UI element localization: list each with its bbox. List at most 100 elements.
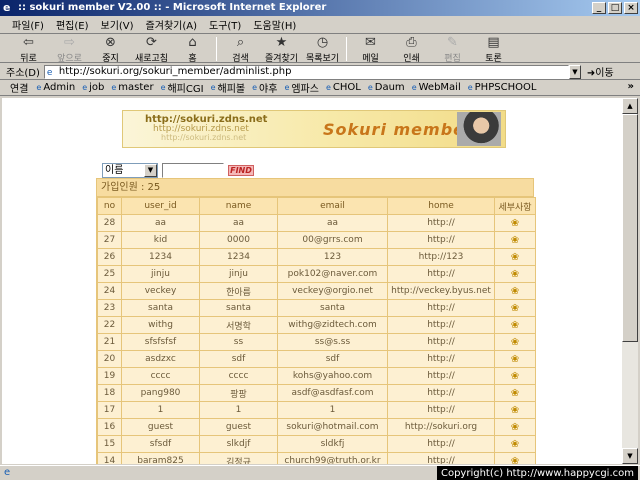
menu-help[interactable]: 도움말(H) (253, 17, 296, 32)
cell-home: http:// (387, 231, 495, 249)
cell-detail: ❀ (494, 435, 536, 453)
cell-name: 0000 (199, 231, 278, 249)
detail-icon[interactable]: ❀ (511, 456, 519, 465)
link-happycgi[interactable]: e 해피CGI (161, 80, 204, 95)
detail-icon[interactable]: ❀ (511, 405, 519, 416)
close-button[interactable]: × (624, 2, 638, 14)
link-page-icon: e (367, 83, 373, 92)
back-button[interactable]: ⇦ 뒤로 (8, 35, 49, 64)
cell-detail: ❀ (494, 248, 536, 266)
cell-name: sdf (199, 350, 278, 368)
cell-name: aa (199, 214, 278, 232)
link-chol[interactable]: e CHOL (326, 82, 361, 93)
table-header-row: no user_id name email home 세부사항 (97, 197, 536, 215)
cell-email: sokuri@hotmail.com (277, 418, 388, 436)
cell-home: http://veckey.byus.net (387, 282, 495, 300)
detail-icon[interactable]: ❀ (511, 235, 519, 246)
site-banner: http://sokuri.zdns.net http://sokuri.zdn… (122, 110, 506, 148)
go-button[interactable]: ➜이동 (587, 64, 614, 79)
detail-icon[interactable]: ❀ (511, 218, 519, 229)
link-empas[interactable]: e 엠파스 (284, 80, 319, 95)
minimize-button[interactable]: _ (592, 2, 606, 14)
search-button[interactable]: ⌕ 검색 (220, 35, 261, 64)
cell-name: slkdjf (199, 435, 278, 453)
print-button[interactable]: ⎙ 인쇄 (391, 35, 432, 64)
table-row: 27 kid 0000 00@grrs.com http:// ❀ (97, 231, 536, 249)
detail-icon[interactable]: ❀ (511, 388, 519, 399)
cell-detail: ❀ (494, 231, 536, 249)
header-no: no (97, 197, 122, 215)
table-row: 20 asdzxc sdf sdf http://❀ (97, 350, 536, 368)
link-daum[interactable]: e Daum (368, 82, 405, 93)
link-happyball[interactable]: e 해피볼 (211, 80, 246, 95)
header-name: name (199, 197, 278, 215)
link-webmail[interactable]: e WebMail (412, 82, 461, 93)
menu-edit[interactable]: 편집(E) (56, 17, 89, 32)
detail-icon[interactable]: ❀ (511, 354, 519, 365)
link-yahoo[interactable]: e 야후 (252, 80, 277, 95)
search-field-select[interactable]: 이름 ▼ (102, 162, 158, 178)
menu-favorites[interactable]: 즐겨찾기(A) (146, 17, 197, 32)
cell-no: 26 (97, 248, 122, 266)
cell-name: guest (199, 418, 278, 436)
chevron-down-icon[interactable]: ▼ (144, 163, 157, 177)
favorites-button[interactable]: ★ 즐겨찾기 (261, 35, 302, 64)
detail-icon[interactable]: ❀ (511, 303, 519, 314)
menu-file[interactable]: 파일(F) (12, 17, 44, 32)
cell-user-id: pang980 (121, 384, 200, 402)
detail-icon[interactable]: ❀ (511, 252, 519, 263)
cell-home: http:// (387, 367, 495, 385)
find-button[interactable]: FIND (228, 164, 254, 176)
link-admin[interactable]: e Admin (36, 82, 75, 93)
menu-tools[interactable]: 도구(T) (209, 17, 241, 32)
detail-icon[interactable]: ❀ (511, 286, 519, 297)
cell-no: 28 (97, 214, 122, 232)
menu-bar: 파일(F) 편집(E) 보기(V) 즐겨찾기(A) 도구(T) 도움말(H) (0, 16, 640, 34)
table-row: 16 guest guest sokuri@hotmail.com http://sok… (97, 418, 536, 436)
detail-icon[interactable]: ❀ (511, 269, 519, 280)
cell-name: 한아름 (199, 282, 278, 300)
vertical-scrollbar[interactable]: ▲ ▼ (622, 98, 638, 464)
detail-icon[interactable]: ❀ (511, 422, 519, 433)
banner-url-echo: http://sokuri.zdns.net (161, 133, 247, 142)
forward-button[interactable]: ⇨ 앞으로 (49, 35, 90, 64)
table-row: 24 veckey 한아름 veckey@orgio.net http://veckey… (97, 282, 536, 300)
detail-icon[interactable]: ❀ (511, 320, 519, 331)
links-overflow-chevron-icon[interactable]: » (628, 81, 634, 92)
cell-no: 15 (97, 435, 122, 453)
maximize-button[interactable]: □ (608, 2, 622, 14)
window-controls: _ □ × (592, 2, 638, 14)
detail-icon[interactable]: ❀ (511, 337, 519, 348)
cell-home: http:// (387, 299, 495, 317)
edit-button[interactable]: ✎ 편집 (432, 35, 473, 64)
discuss-icon: ▤ (487, 35, 500, 50)
search-input[interactable] (162, 162, 224, 178)
home-button[interactable]: ⌂ 홈 (172, 35, 213, 64)
table-row: 14 baram825 김정규 church99@truth.or.kr http://… (97, 452, 536, 465)
menu-view[interactable]: 보기(V) (101, 17, 134, 32)
link-phpschool[interactable]: e PHPSCHOOL (468, 82, 537, 93)
link-job[interactable]: e job (82, 82, 104, 93)
link-master[interactable]: e master (111, 82, 153, 93)
scroll-down-button[interactable]: ▼ (622, 448, 638, 464)
cell-detail: ❀ (494, 452, 536, 465)
back-arrow-icon: ⇦ (23, 35, 34, 50)
cell-user-id: sfsfsfsf (121, 333, 200, 351)
cell-user-id: aa (121, 214, 200, 232)
cell-user-id: 1 (121, 401, 200, 419)
refresh-button[interactable]: ⟳ 새로고침 (131, 35, 172, 64)
member-list: 가입인원 : 25 no user_id name email home 세부사… (96, 178, 536, 465)
stop-button[interactable]: ⊗ 중지 (90, 35, 131, 64)
discuss-button[interactable]: ▤ 토론 (473, 35, 514, 64)
table-row: 15 sfsdf slkdjf sldkfj http:// ❀ (97, 435, 536, 453)
detail-icon[interactable]: ❀ (511, 371, 519, 382)
scroll-thumb[interactable] (622, 114, 638, 342)
table-row: 25 jinju jinju pok102@naver.com http://❀ (97, 265, 536, 283)
history-button[interactable]: ◷ 목록보기 (302, 35, 343, 64)
mail-button[interactable]: ✉ 메일 (350, 35, 391, 64)
cell-no: 14 (97, 452, 122, 464)
detail-icon[interactable]: ❀ (511, 439, 519, 450)
scroll-up-button[interactable]: ▲ (622, 98, 638, 114)
address-dropdown-button[interactable]: ▼ (568, 64, 581, 79)
address-input[interactable]: e http://sokuri.org/sokuri_member/adminl… (43, 64, 569, 79)
